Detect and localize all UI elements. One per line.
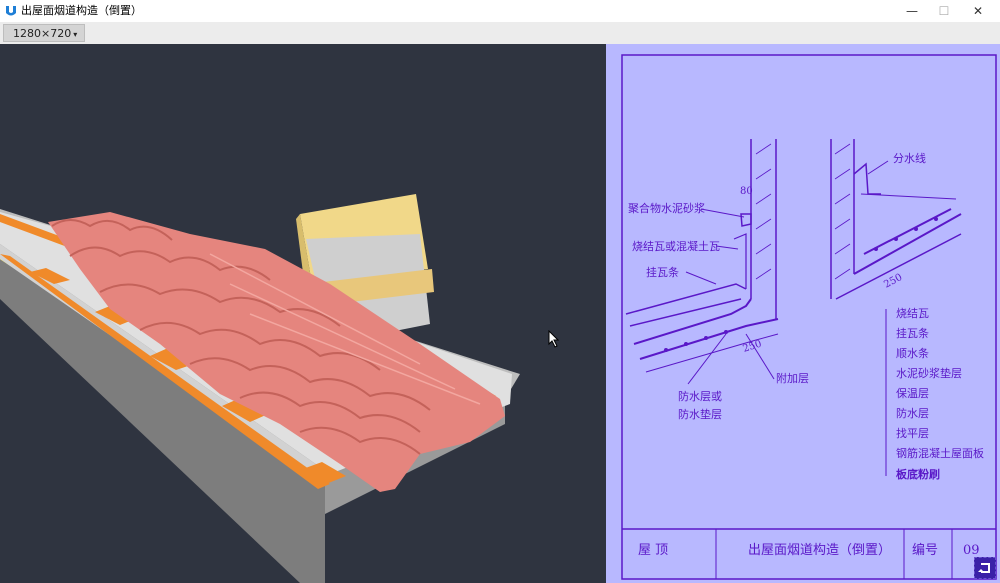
title-block-code: 09 [963,543,980,558]
maximize-button[interactable]: ☐ [928,0,960,22]
app-icon [6,6,16,16]
dim-250-right: 250 [882,272,904,291]
roof-tile-chimney-3d-model [0,194,520,583]
3d-viewport[interactable] [0,44,606,583]
toolbar [0,22,1000,44]
layer-cement-mortar-bed: 水泥砂浆垫层 [896,366,962,380]
refresh-icon [978,563,990,573]
layer-slab-plaster: 板底粉刷 [896,467,940,481]
layer-waterproof: 防水层 [896,406,929,420]
mouse-cursor-icon [548,330,560,348]
label-water-divide-line: 分水线 [893,151,926,165]
title-bar: 出屋面烟道构造（倒置） — ☐ ✕ [0,0,1000,23]
chevron-down-icon: ▾ [73,30,78,39]
label-waterproof-underlay: 防水垫层 [678,407,722,421]
label-fired-or-concrete-tile: 烧结瓦或混凝土瓦 [632,239,720,253]
title-block-category: 屋 顶 [638,543,668,558]
layer-rc-roof-slab: 钢筋混凝土屋面板 [896,446,984,460]
layer-fired-tile: 烧结瓦 [896,307,929,320]
resolution-dropdown[interactable]: 1280×720 ▾ [3,24,85,42]
dim-80: 80 [740,186,753,197]
resolution-label: 1280×720 [13,27,72,40]
minimize-button[interactable]: — [896,0,928,22]
layer-tile-batten: 挂瓦条 [896,326,929,340]
title-block-code-label: 编号 [912,543,938,558]
reset-view-button[interactable] [974,557,996,579]
layer-leveling: 找平层 [896,426,929,440]
label-additional-layer: 附加层 [776,371,809,385]
layer-counter-batten: 顺水条 [896,346,929,360]
close-button[interactable]: ✕ [962,0,994,22]
label-tile-batten: 挂瓦条 [646,265,679,279]
window-title: 出屋面烟道构造（倒置） [21,4,142,17]
layer-insulation: 保温层 [896,386,929,400]
label-polymer-mortar: 聚合物水泥砂浆 [628,201,705,215]
title-block-name: 出屋面烟道构造（倒置） [748,543,891,558]
construction-drawing-panel: 聚合物水泥砂浆 烧结瓦或混凝土瓦 挂瓦条 防水层或 防水垫层 附加层 80 25… [606,44,1000,583]
label-waterproof-layer-or: 防水层或 [678,389,722,403]
dim-250-left: 250 [742,338,764,354]
